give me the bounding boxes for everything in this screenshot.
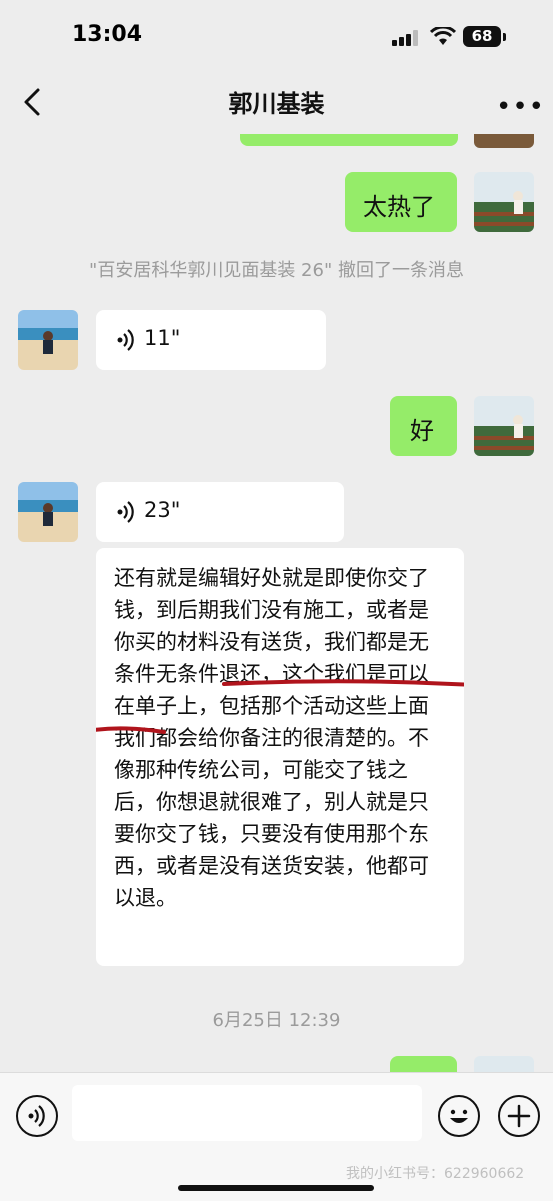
emoji-icon — [450, 1109, 468, 1123]
contact-avatar[interactable] — [18, 310, 78, 370]
my-avatar[interactable] — [474, 134, 534, 148]
my-avatar[interactable] — [474, 396, 534, 456]
voice-message-bubble[interactable]: 11" — [96, 310, 326, 370]
battery-tip — [503, 33, 506, 41]
my-avatar[interactable] — [474, 1056, 534, 1072]
status-time: 13:04 — [72, 22, 143, 47]
more-functions-button[interactable] — [498, 1095, 540, 1137]
battery-indicator: 68 — [463, 26, 501, 47]
recall-notice: "百安居科华郭川见面基装 26" 撤回了一条消息 — [89, 260, 464, 281]
message-text: 好 — [410, 417, 434, 445]
voice-duration: 11" — [144, 326, 181, 350]
voice-duration: 23" — [144, 498, 181, 522]
message-text: 太热了 — [363, 193, 435, 221]
more-icon[interactable]: ••• — [496, 92, 545, 122]
contact-avatar[interactable] — [18, 482, 78, 542]
voice-wave-icon — [117, 329, 134, 351]
wifi-icon — [430, 27, 456, 45]
voice-wave-icon — [28, 1105, 45, 1127]
plus-icon — [507, 1104, 531, 1128]
my-avatar[interactable] — [474, 172, 534, 232]
nav-bar: 郭川基装 ••• — [0, 70, 553, 134]
watermark: 我的小红书号：622960662 — [346, 1166, 525, 1182]
voice-transcription-bubble[interactable]: 还有就是编辑好处就是即使你交了钱，到后期我们没有施工，或者是你买的材料没有送货，… — [96, 548, 464, 966]
voice-wave-icon — [117, 501, 134, 523]
message-input[interactable] — [72, 1085, 422, 1141]
transcription-text: 还有就是编辑好处就是即使你交了钱，到后期我们没有施工，或者是你买的材料没有送货，… — [114, 566, 429, 910]
timestamp: 6月25日 12:39 — [212, 1010, 341, 1031]
signal-icon — [392, 30, 418, 46]
partial-sent-bubble[interactable] — [240, 134, 458, 146]
status-bar: 13:04 68 — [0, 0, 553, 70]
chat-area[interactable]: 太热了 "百安居科华郭川见面基装 26" 撤回了一条消息 11" 好 23" 还… — [0, 134, 553, 1072]
emoji-button[interactable] — [438, 1095, 480, 1137]
input-bar: 我的小红书号：622960662 — [0, 1072, 553, 1201]
sent-message-bubble[interactable]: 太热了 — [345, 172, 457, 232]
home-indicator — [178, 1185, 374, 1191]
chat-title: 郭川基装 — [228, 90, 325, 118]
sent-message-bubble[interactable]: 好 — [390, 396, 457, 456]
voice-input-button[interactable] — [16, 1095, 58, 1137]
partial-sent-bubble[interactable] — [390, 1056, 457, 1072]
voice-message-bubble[interactable]: 23" — [96, 482, 344, 542]
